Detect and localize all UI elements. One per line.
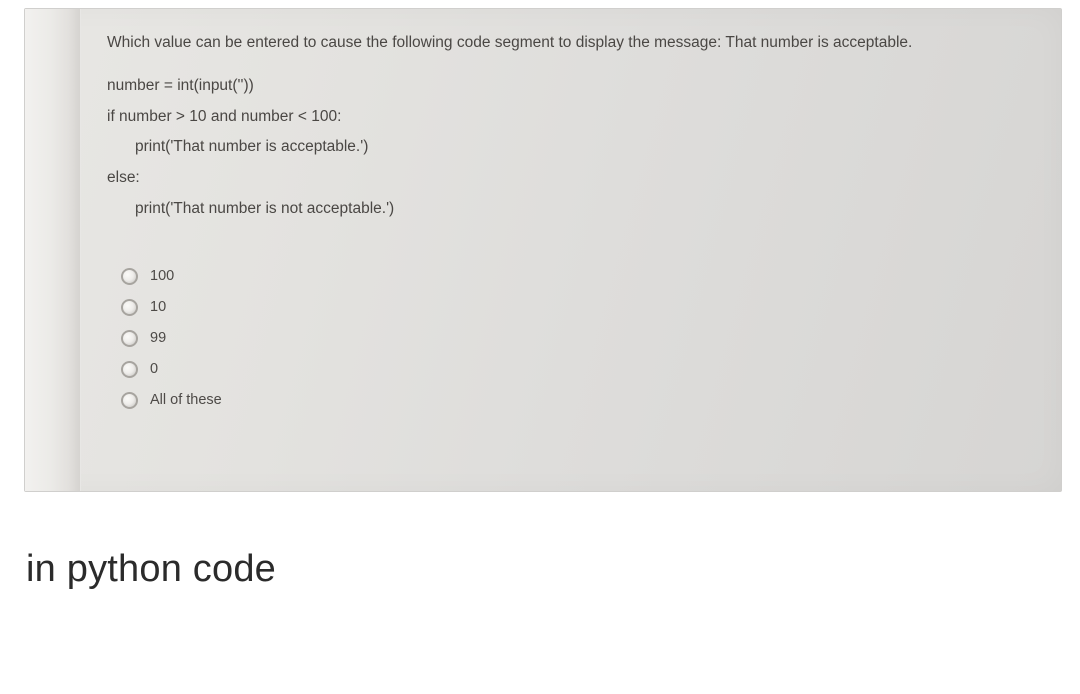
page-caption: in python code <box>26 548 1080 591</box>
code-line-5: print('That number is not acceptable.') <box>107 197 1061 222</box>
radio-icon[interactable] <box>121 392 138 409</box>
question-panel: Which value can be entered to cause the … <box>24 8 1062 492</box>
option-label: 99 <box>150 330 166 346</box>
options-group: 100 10 99 0 All of these <box>107 268 1061 409</box>
option-row[interactable]: 99 <box>121 330 1061 347</box>
option-row[interactable]: All of these <box>121 392 1061 409</box>
code-line-3: print('That number is acceptable.') <box>107 135 1061 160</box>
radio-icon[interactable] <box>121 268 138 285</box>
code-line-2: if number > 10 and number < 100: <box>107 105 1061 130</box>
option-row[interactable]: 100 <box>121 268 1061 285</box>
radio-icon[interactable] <box>121 299 138 316</box>
option-row[interactable]: 10 <box>121 299 1061 316</box>
option-label: 10 <box>150 299 166 315</box>
radio-icon[interactable] <box>121 330 138 347</box>
question-prompt: Which value can be entered to cause the … <box>107 31 1061 56</box>
code-line-1: number = int(input('')) <box>107 74 1061 99</box>
option-label: All of these <box>150 392 222 408</box>
page-curl-shadow <box>25 9 81 491</box>
option-label: 0 <box>150 361 158 377</box>
radio-icon[interactable] <box>121 361 138 378</box>
option-row[interactable]: 0 <box>121 361 1061 378</box>
code-line-4: else: <box>107 166 1061 191</box>
code-block: number = int(input('')) if number > 10 a… <box>107 74 1061 222</box>
option-label: 100 <box>150 268 174 284</box>
